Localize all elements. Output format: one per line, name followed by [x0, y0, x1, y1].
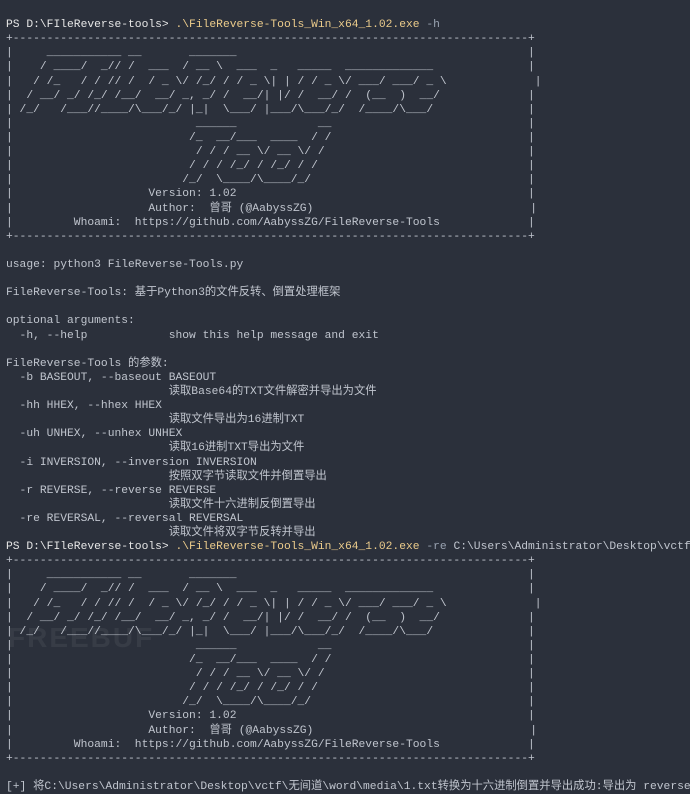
ascii-line: | ______ __ | [6, 118, 535, 130]
arg-desc: 按照双字节读取文件并倒置导出 [6, 471, 327, 483]
command-1-flag: -h [426, 19, 440, 31]
optional-header: optional arguments: [6, 315, 135, 327]
ascii-line: | /_/ /___//____/\___/_/ |_| \___/ |___/… [6, 626, 535, 638]
arg-flag: -b BASEOUT, --baseout BASEOUT [6, 372, 216, 384]
ascii-line: | / __/ _/ /_/ /__/ __/ _, _/ / __/| |/ … [6, 612, 535, 624]
ascii-line: | /_/ /___//____/\___/_/ |_| \___/ |___/… [6, 104, 535, 116]
ascii-line: | /_ __/___ ____ / / | [6, 132, 535, 144]
command-2-exe: .\FileReverse-Tools_Win_x64_1.02.exe [175, 541, 419, 553]
prompt-line-1: PS D:\FIleReverse-tools> .\FileReverse-T… [6, 19, 440, 31]
banner-whoami: | Whoami: https://github.com/AabyssZG/Fi… [6, 217, 535, 229]
ps-prompt: PS D:\FIleReverse-tools> [6, 541, 175, 553]
banner-whoami: | Whoami: https://github.com/AabyssZG/Fi… [6, 739, 535, 751]
banner-border-top: +---------------------------------------… [6, 33, 535, 45]
usage-line: usage: python3 FileReverse-Tools.py [6, 259, 243, 271]
arg-flag: -hh HHEX, --hhex HHEX [6, 400, 162, 412]
arg-flag: -re REVERSAL, --reversal REVERSAL [6, 513, 243, 525]
ps-prompt: PS D:\FIleReverse-tools> [6, 19, 175, 31]
ascii-line: | / /_ / / // / / _ \/ /_/ / / _ \| | / … [6, 76, 542, 88]
arg-flag: -r REVERSE, --reverse REVERSE [6, 485, 216, 497]
banner-border-bottom: +---------------------------------------… [6, 231, 535, 243]
arg-flag: -uh UNHEX, --unhex UNHEX [6, 428, 182, 440]
ascii-line: | / ____/ _// / ___ / __ \ ___ _ _____ _… [6, 61, 535, 73]
arg-desc: 读取文件导出为16进制TXT [6, 414, 304, 426]
terminal[interactable]: PS D:\FIleReverse-tools> .\FileReverse-T… [0, 0, 690, 674]
arg-desc: 读取16进制TXT导出为文件 [6, 442, 304, 454]
arg-desc: 读取Base64的TXT文件解密并导出为文件 [6, 386, 377, 398]
banner-author: | Author: 曾哥 (@AabyssZG) | [6, 725, 537, 737]
arg-flag: -i INVERSION, --inversion INVERSION [6, 457, 257, 469]
ascii-line: | ___________ __ _______ | [6, 569, 535, 581]
ascii-line: | / /_ / / // / / _ \/ /_/ / / _ \| | / … [6, 598, 542, 610]
ascii-line: | /_ __/___ ____ / / | [6, 654, 535, 666]
command-1-exe: .\FileReverse-Tools_Win_x64_1.02.exe [175, 19, 419, 31]
ascii-line: | /_/ \____/\____/_/ | [6, 174, 535, 186]
banner-border-bottom: +---------------------------------------… [6, 753, 535, 765]
optional-help: -h, --help show this help message and ex… [6, 330, 379, 342]
result-line: [+] 将C:\Users\Administrator\Desktop\vctf… [6, 781, 690, 793]
command-2-arg: C:\Users\Administrator\Desktop\vctf\无间道\… [453, 541, 690, 553]
banner-version: | Version: 1.02 | [6, 188, 535, 200]
arg-desc: 读取文件将双字节反转并导出 [6, 527, 316, 539]
prompt-line-2: PS D:\FIleReverse-tools> .\FileReverse-T… [6, 541, 690, 553]
banner-version: | Version: 1.02 | [6, 710, 535, 722]
ascii-line: | / / / __ \/ __ \/ / | [6, 146, 535, 158]
ascii-line: | / / / /_/ / /_/ / / | [6, 682, 535, 694]
ascii-line: | / / / __ \/ __ \/ / | [6, 668, 535, 680]
ascii-line: | /_/ \____/\____/_/ | [6, 696, 535, 708]
banner-border-top: +---------------------------------------… [6, 555, 535, 567]
ascii-line: | ___________ __ _______ | [6, 47, 535, 59]
ascii-line: | / / / /_/ / /_/ / / | [6, 160, 535, 172]
ascii-line: | / ____/ _// / ___ / __ \ ___ _ _____ _… [6, 583, 535, 595]
ascii-line: | / __/ _/ /_/ /__/ __/ _, _/ / __/| |/ … [6, 90, 535, 102]
arg-desc: 读取文件十六进制反倒置导出 [6, 499, 316, 511]
args-header: FileReverse-Tools 的参数: [6, 358, 169, 370]
description-line: FileReverse-Tools: 基于Python3的文件反转、倒置处理框架 [6, 287, 340, 299]
command-2-flag: -re [426, 541, 446, 553]
banner-author: | Author: 曾哥 (@AabyssZG) | [6, 203, 537, 215]
ascii-line: | ______ __ | [6, 640, 535, 652]
